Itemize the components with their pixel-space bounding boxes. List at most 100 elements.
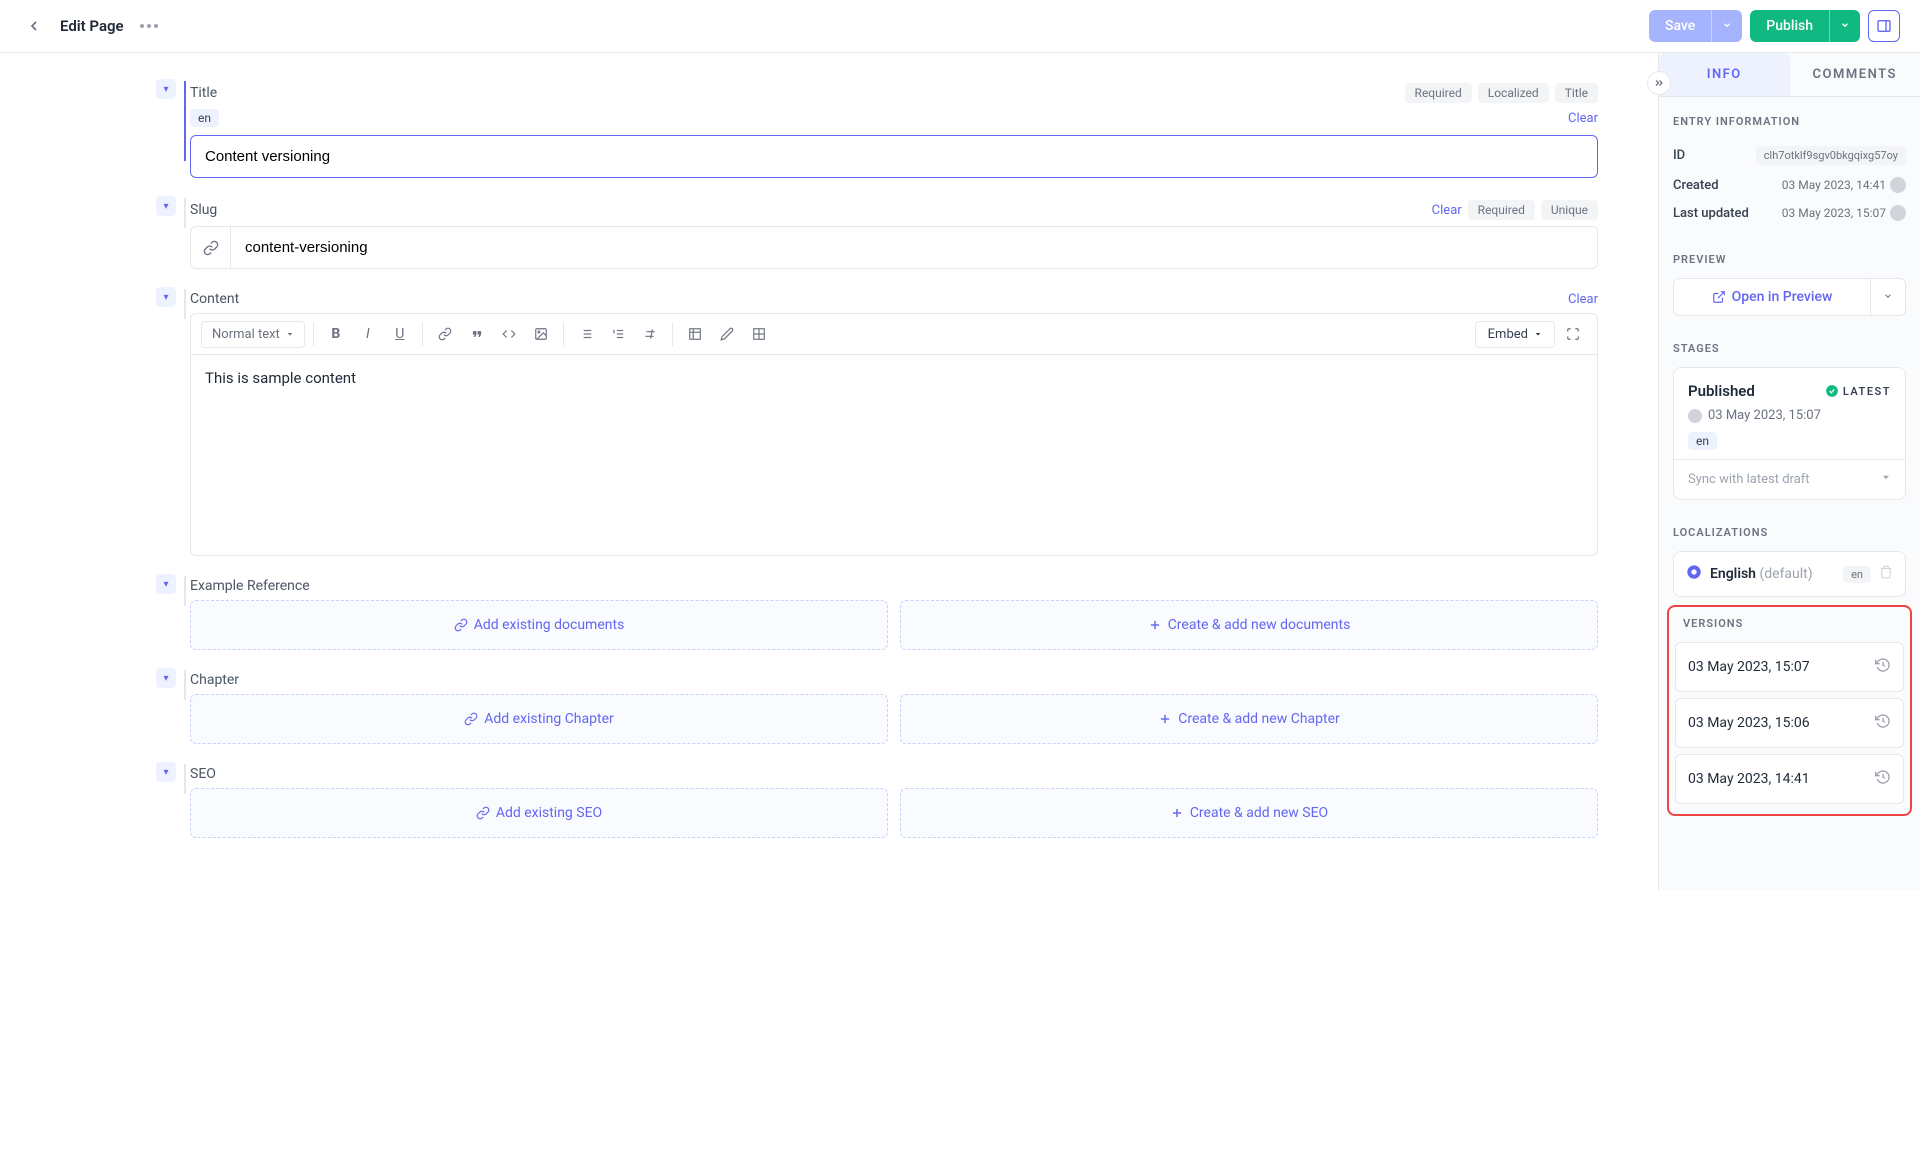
title-label: Title: [190, 85, 217, 101]
updated-label: Last updated: [1673, 206, 1749, 221]
italic-button[interactable]: I: [354, 320, 382, 348]
field-divider: [184, 198, 186, 228]
field-divider: [184, 764, 186, 794]
field-divider: [184, 289, 186, 319]
create-new-seo-button[interactable]: Create & add new SEO: [900, 788, 1598, 838]
grid-button[interactable]: [745, 320, 773, 348]
version-item[interactable]: 03 May 2023, 14:41: [1675, 754, 1904, 804]
collapse-chapter-field[interactable]: ▾: [156, 668, 176, 688]
updated-value: 03 May 2023, 15:07: [1782, 205, 1906, 221]
avatar: [1890, 177, 1906, 193]
id-value[interactable]: clh7otklf9sgv0bkgqixg57oy: [1756, 146, 1906, 165]
field-divider: [184, 81, 186, 161]
preview-heading: PREVIEW: [1673, 253, 1906, 266]
localizations-heading: LOCALIZATIONS: [1673, 526, 1906, 539]
versions-heading: VERSIONS: [1675, 617, 1904, 630]
clear-title[interactable]: Clear: [1568, 111, 1598, 126]
collapse-reference-field[interactable]: ▾: [156, 574, 176, 594]
publish-button[interactable]: Publish: [1750, 10, 1829, 42]
table-button[interactable]: [681, 320, 709, 348]
slug-label: Slug: [190, 202, 217, 218]
stage-name: Published: [1688, 382, 1755, 400]
clear-slug[interactable]: Clear: [1432, 203, 1462, 218]
collapse-content-field[interactable]: ▾: [156, 287, 176, 307]
create-new-chapter-button[interactable]: Create & add new Chapter: [900, 694, 1598, 744]
add-existing-seo-button[interactable]: Add existing SEO: [190, 788, 888, 838]
stages-heading: STAGES: [1673, 342, 1906, 355]
sidebar-collapse-button[interactable]: [1647, 71, 1671, 95]
entry-info-heading: ENTRY INFORMATION: [1673, 115, 1906, 128]
created-label: Created: [1673, 178, 1719, 193]
history-icon: [1875, 713, 1891, 733]
locale-name: English (default): [1710, 566, 1813, 582]
localized-badge: Localized: [1478, 83, 1549, 103]
avatar: [1890, 205, 1906, 221]
link-button[interactable]: [431, 320, 459, 348]
sync-draft-button[interactable]: Sync with latest draft: [1674, 459, 1905, 499]
unique-badge: Unique: [1541, 200, 1598, 220]
history-icon: [1875, 769, 1891, 789]
content-label: Content: [190, 291, 239, 307]
add-existing-documents-button[interactable]: Add existing documents: [190, 600, 888, 650]
page-title: Edit Page: [60, 17, 124, 35]
eye-icon: [1686, 564, 1702, 584]
save-button[interactable]: Save: [1649, 10, 1711, 42]
slug-input[interactable]: [231, 227, 1597, 268]
seo-label: SEO: [190, 766, 216, 782]
quote-button[interactable]: [463, 320, 491, 348]
reference-label: Example Reference: [190, 578, 310, 594]
delete-locale-button[interactable]: [1879, 565, 1893, 583]
latest-badge: LATEST: [1825, 384, 1891, 398]
add-existing-chapter-button[interactable]: Add existing Chapter: [190, 694, 888, 744]
panel-toggle-button[interactable]: [1868, 10, 1900, 42]
id-label: ID: [1673, 148, 1685, 163]
required-badge: Required: [1405, 83, 1472, 103]
title-input[interactable]: [190, 135, 1598, 178]
more-options-button[interactable]: [136, 20, 162, 32]
save-dropdown[interactable]: [1711, 10, 1742, 42]
tab-comments[interactable]: COMMENTS: [1790, 53, 1920, 96]
stage-card[interactable]: Published LATEST 03 May 2023, 15:07 en S…: [1673, 367, 1906, 500]
avatar: [1688, 409, 1702, 423]
versions-highlight: VERSIONS 03 May 2023, 15:07 03 May 2023,…: [1667, 605, 1912, 816]
underline-button[interactable]: U: [386, 320, 414, 348]
history-icon: [1875, 657, 1891, 677]
collapse-seo-field[interactable]: ▾: [156, 762, 176, 782]
embed-button[interactable]: Embed: [1475, 321, 1555, 348]
field-divider: [184, 670, 186, 700]
version-item[interactable]: 03 May 2023, 15:06: [1675, 698, 1904, 748]
tab-info[interactable]: INFO: [1659, 53, 1790, 96]
class-button[interactable]: [636, 320, 664, 348]
numbered-list-button[interactable]: [604, 320, 632, 348]
locale-card[interactable]: English (default) en: [1673, 551, 1906, 597]
bullet-list-button[interactable]: [572, 320, 600, 348]
required-badge: Required: [1468, 200, 1535, 220]
bold-button[interactable]: B: [322, 320, 350, 348]
content-editor[interactable]: This is sample content: [191, 355, 1597, 555]
preview-dropdown[interactable]: [1870, 279, 1905, 315]
create-new-documents-button[interactable]: Create & add new documents: [900, 600, 1598, 650]
created-value: 03 May 2023, 14:41: [1782, 177, 1906, 193]
back-button[interactable]: [20, 12, 48, 40]
collapse-title-field[interactable]: ▾: [156, 79, 176, 99]
stage-meta: 03 May 2023, 15:07: [1688, 408, 1891, 423]
collapse-slug-field[interactable]: ▾: [156, 196, 176, 216]
version-item[interactable]: 03 May 2023, 15:07: [1675, 642, 1904, 692]
chapter-label: Chapter: [190, 672, 239, 688]
fullscreen-button[interactable]: [1559, 320, 1587, 348]
image-button[interactable]: [527, 320, 555, 348]
edit-button[interactable]: [713, 320, 741, 348]
field-divider: [184, 576, 186, 606]
title-badge: Title: [1555, 83, 1598, 103]
code-button[interactable]: [495, 320, 523, 348]
locale-code-badge: en: [1843, 566, 1871, 583]
link-icon: [191, 227, 231, 268]
stage-locale: en: [1688, 432, 1717, 450]
publish-dropdown[interactable]: [1829, 10, 1860, 42]
locale-badge: en: [190, 109, 219, 127]
open-preview-button[interactable]: Open in Preview: [1674, 279, 1870, 315]
text-format-dropdown[interactable]: Normal text: [201, 321, 305, 348]
publish-button-group: Publish: [1750, 10, 1860, 42]
clear-content[interactable]: Clear: [1568, 292, 1598, 307]
save-button-group: Save: [1649, 10, 1742, 42]
